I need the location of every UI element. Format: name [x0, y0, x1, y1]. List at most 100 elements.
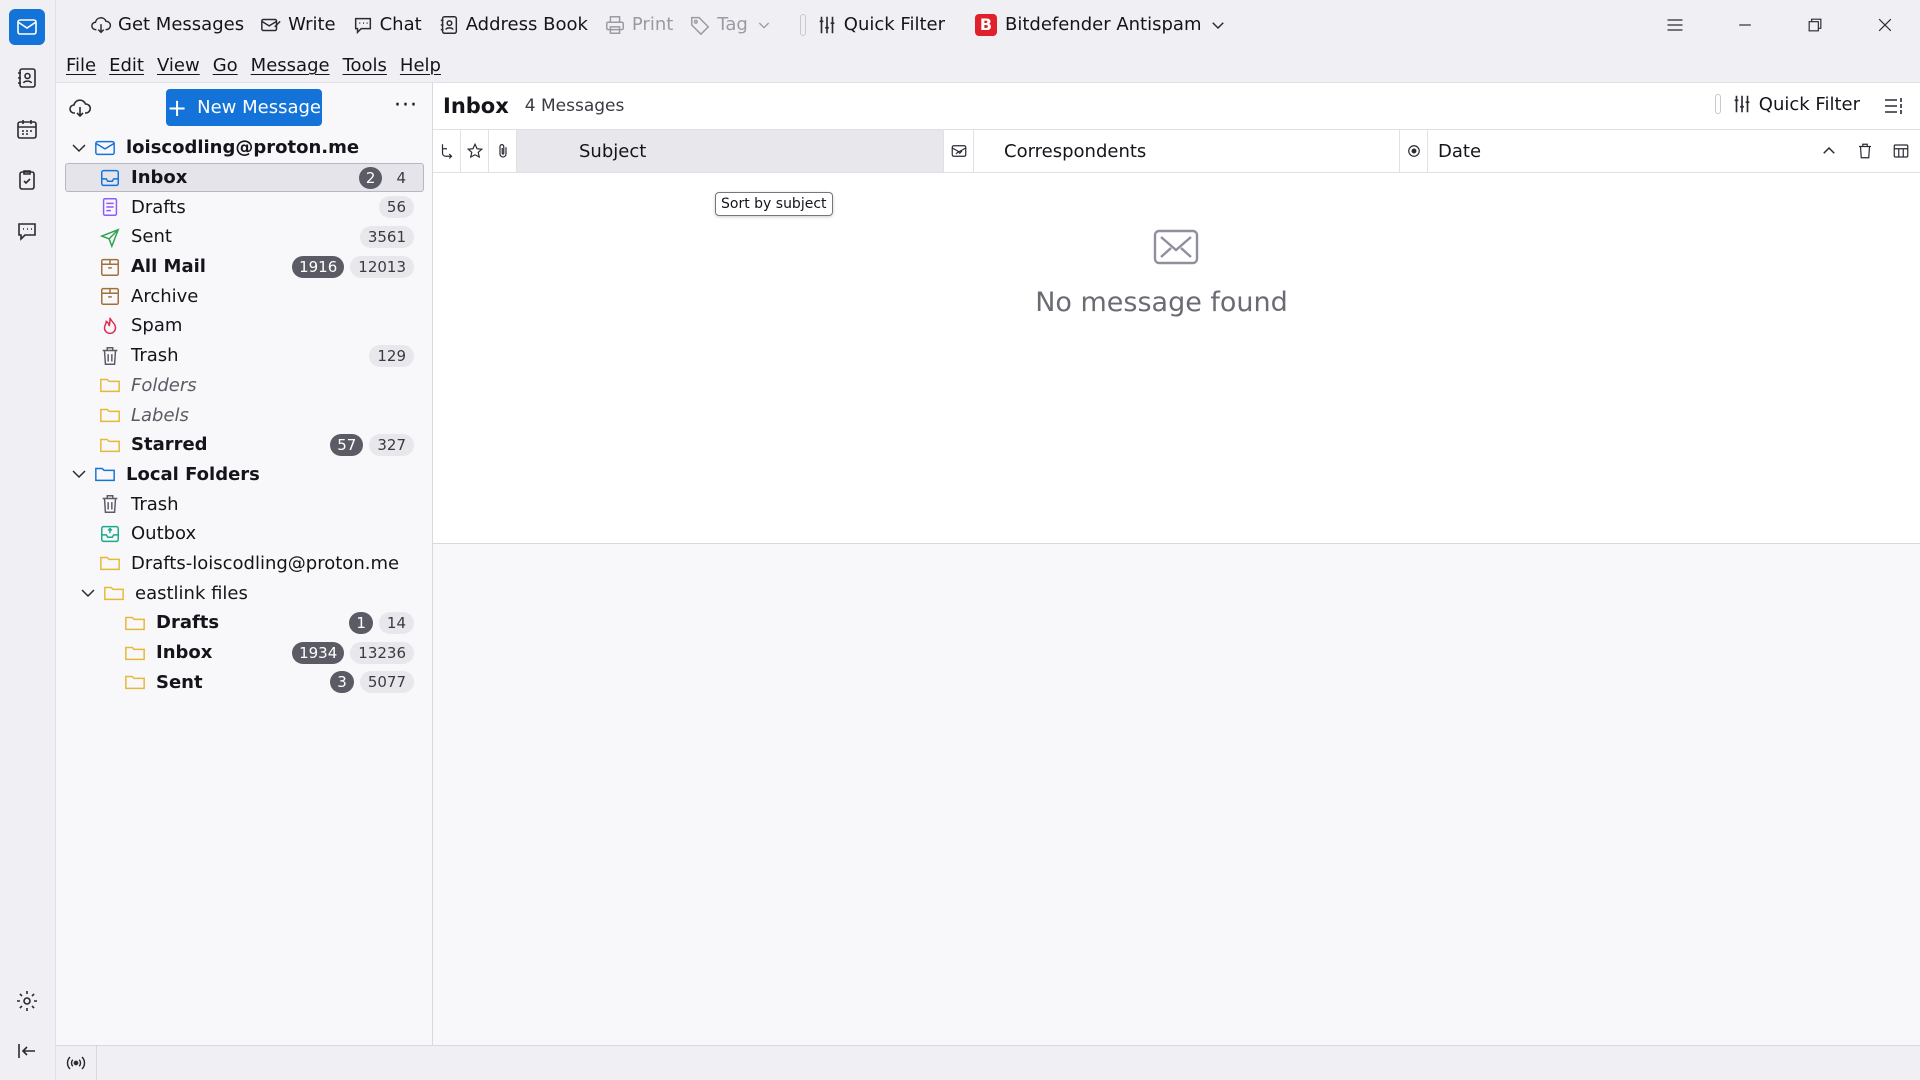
total-count: 12013: [350, 255, 414, 278]
archive-box-icon: [99, 285, 121, 307]
online-status-button[interactable]: [64, 1052, 90, 1074]
tasks-icon: [19, 170, 35, 190]
folder-archive[interactable]: Archive: [56, 281, 432, 311]
calendar-space-button[interactable]: [9, 111, 45, 147]
chevron-down-icon[interactable]: [70, 139, 88, 157]
local-folder-outbox[interactable]: Outbox: [56, 519, 432, 549]
correspondents-column[interactable]: Correspondents: [974, 130, 1400, 172]
date-column[interactable]: Date: [1428, 130, 1838, 172]
read-status-icon: [1407, 145, 1420, 157]
thread-quick-filter-button[interactable]: Quick Filter: [1714, 93, 1860, 115]
folder-pane-more-button[interactable]: ···: [394, 93, 418, 118]
read-status-column[interactable]: [1400, 130, 1428, 172]
address-book-icon: [18, 68, 36, 88]
address-book-button[interactable]: Address Book: [430, 7, 596, 43]
archive-box-icon: [99, 256, 121, 278]
outbox-icon: [99, 523, 121, 545]
folder-icon: [99, 434, 121, 456]
folder-icon: [99, 552, 121, 574]
settings-space-button[interactable]: [9, 983, 45, 1019]
folder-label: Trash: [131, 493, 179, 515]
folder-sent[interactable]: Sent 3561: [56, 222, 432, 252]
folder-inbox[interactable]: Inbox 24: [65, 162, 424, 193]
folder-trash[interactable]: Trash 129: [56, 341, 432, 371]
menu-edit[interactable]: Edit: [107, 55, 146, 76]
folder-labels[interactable]: Labels: [56, 400, 432, 430]
collapse-spaces-button[interactable]: [9, 1033, 45, 1069]
total-count: 327: [369, 433, 414, 456]
chevron-down-icon[interactable]: [79, 584, 97, 602]
mail-space-button[interactable]: [9, 9, 45, 45]
message-pane: [433, 543, 1920, 1045]
close-icon: [1878, 18, 1892, 31]
chat-space-button[interactable]: [9, 213, 45, 249]
get-messages-icon[interactable]: [68, 96, 92, 120]
hamburger-menu-icon: [1667, 18, 1683, 31]
folder-label: Outbox: [131, 523, 197, 545]
tasks-space-button[interactable]: [9, 162, 45, 198]
folder-spam[interactable]: Spam: [56, 311, 432, 341]
folder-label: Starred: [131, 434, 208, 456]
bitdefender-antispam-button[interactable]: B Bitdefender Antispam: [967, 7, 1242, 43]
folder-label: Drafts: [131, 196, 186, 218]
restore-button[interactable]: [1780, 0, 1850, 49]
tag-label: Tag: [717, 14, 748, 35]
status-bar: [56, 1045, 1920, 1080]
spam-fire-icon: [99, 315, 121, 337]
menu-tools[interactable]: Tools: [341, 55, 389, 76]
folder-all-mail[interactable]: All Mail 1916 12013: [56, 252, 432, 282]
tag-button[interactable]: Tag: [681, 7, 785, 43]
thread-list[interactable]: No message found: [433, 173, 1920, 543]
spaces-toolbar: [0, 0, 56, 1080]
eastlink-sent[interactable]: Sent 3 5077: [56, 667, 432, 697]
star-icon: [466, 142, 483, 159]
empty-state-message: No message found: [433, 287, 1920, 318]
chat-button[interactable]: Chat: [344, 7, 430, 43]
minimize-icon: [1739, 23, 1751, 26]
cloud-download-icon: [91, 16, 112, 33]
local-folders-icon: [94, 463, 116, 485]
local-folder-trash[interactable]: Trash: [56, 489, 432, 519]
subject-column[interactable]: Subject: [517, 130, 944, 172]
local-folders-label: Local Folders: [126, 463, 260, 485]
close-window-button[interactable]: [1850, 0, 1920, 49]
folder-label: All Mail: [131, 256, 206, 278]
folder-folders[interactable]: Folders: [56, 371, 432, 401]
folder-starred[interactable]: Starred 57 327: [56, 430, 432, 460]
print-button[interactable]: Print: [596, 7, 681, 43]
folder-icon: [124, 671, 146, 693]
menu-message[interactable]: Message: [249, 55, 332, 76]
menu-go[interactable]: Go: [211, 55, 240, 76]
local-folder-eastlink[interactable]: eastlink files: [56, 578, 432, 608]
menu-file[interactable]: File: [64, 55, 98, 76]
write-button[interactable]: Write: [252, 7, 344, 43]
quick-filter-button[interactable]: Quick Filter: [816, 7, 953, 43]
local-folder-drafts-account[interactable]: Drafts-loiscodling@proton.me: [56, 549, 432, 579]
print-label: Print: [631, 14, 674, 35]
column-picker-button[interactable]: [1886, 130, 1916, 172]
menu-help[interactable]: Help: [398, 55, 443, 76]
folder-label: Drafts-loiscodling@proton.me: [131, 552, 400, 574]
starred-column[interactable]: [461, 130, 489, 172]
new-message-button[interactable]: + New Message: [166, 89, 322, 126]
attachment-column[interactable]: [489, 130, 517, 172]
folder-drafts[interactable]: Drafts 56: [56, 192, 432, 222]
eastlink-drafts[interactable]: Drafts 1 14: [56, 608, 432, 638]
delete-column[interactable]: [1852, 130, 1878, 172]
menu-view[interactable]: View: [155, 55, 202, 76]
address-book-space-button[interactable]: [9, 60, 45, 96]
account-row[interactable]: loiscodling@proton.me: [56, 133, 432, 163]
local-folders-row[interactable]: Local Folders: [56, 460, 432, 490]
chevron-down-icon[interactable]: [70, 465, 88, 483]
status-divider: [96, 1046, 97, 1080]
get-messages-button[interactable]: Get Messages: [82, 7, 252, 43]
display-options-icon[interactable]: [1882, 94, 1906, 118]
calendar-icon: [17, 120, 37, 139]
spam-column[interactable]: [944, 130, 974, 172]
junk-icon: [951, 145, 966, 157]
app-menu-button[interactable]: [1640, 0, 1710, 49]
folder-icon: [103, 582, 125, 604]
eastlink-inbox[interactable]: Inbox 1934 13236: [56, 638, 432, 668]
minimize-button[interactable]: [1710, 0, 1780, 49]
thread-column[interactable]: [433, 130, 461, 172]
